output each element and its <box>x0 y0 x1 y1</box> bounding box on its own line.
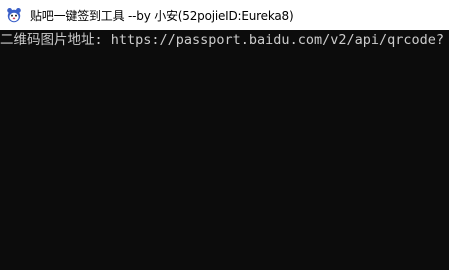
console-window: 贴吧一键签到工具 --by 小安(52pojieID:Eureka8) 二维码图… <box>0 0 449 270</box>
console-output-area[interactable]: 二维码图片地址: https://passport.baidu.com/v2/a… <box>0 30 449 270</box>
window-title: 贴吧一键签到工具 --by 小安(52pojieID:Eureka8) <box>30 8 294 23</box>
tieba-bear-icon <box>6 7 22 23</box>
console-output-line: 二维码图片地址: https://passport.baidu.com/v2/a… <box>0 32 444 48</box>
title-bar[interactable]: 贴吧一键签到工具 --by 小安(52pojieID:Eureka8) <box>0 0 449 30</box>
